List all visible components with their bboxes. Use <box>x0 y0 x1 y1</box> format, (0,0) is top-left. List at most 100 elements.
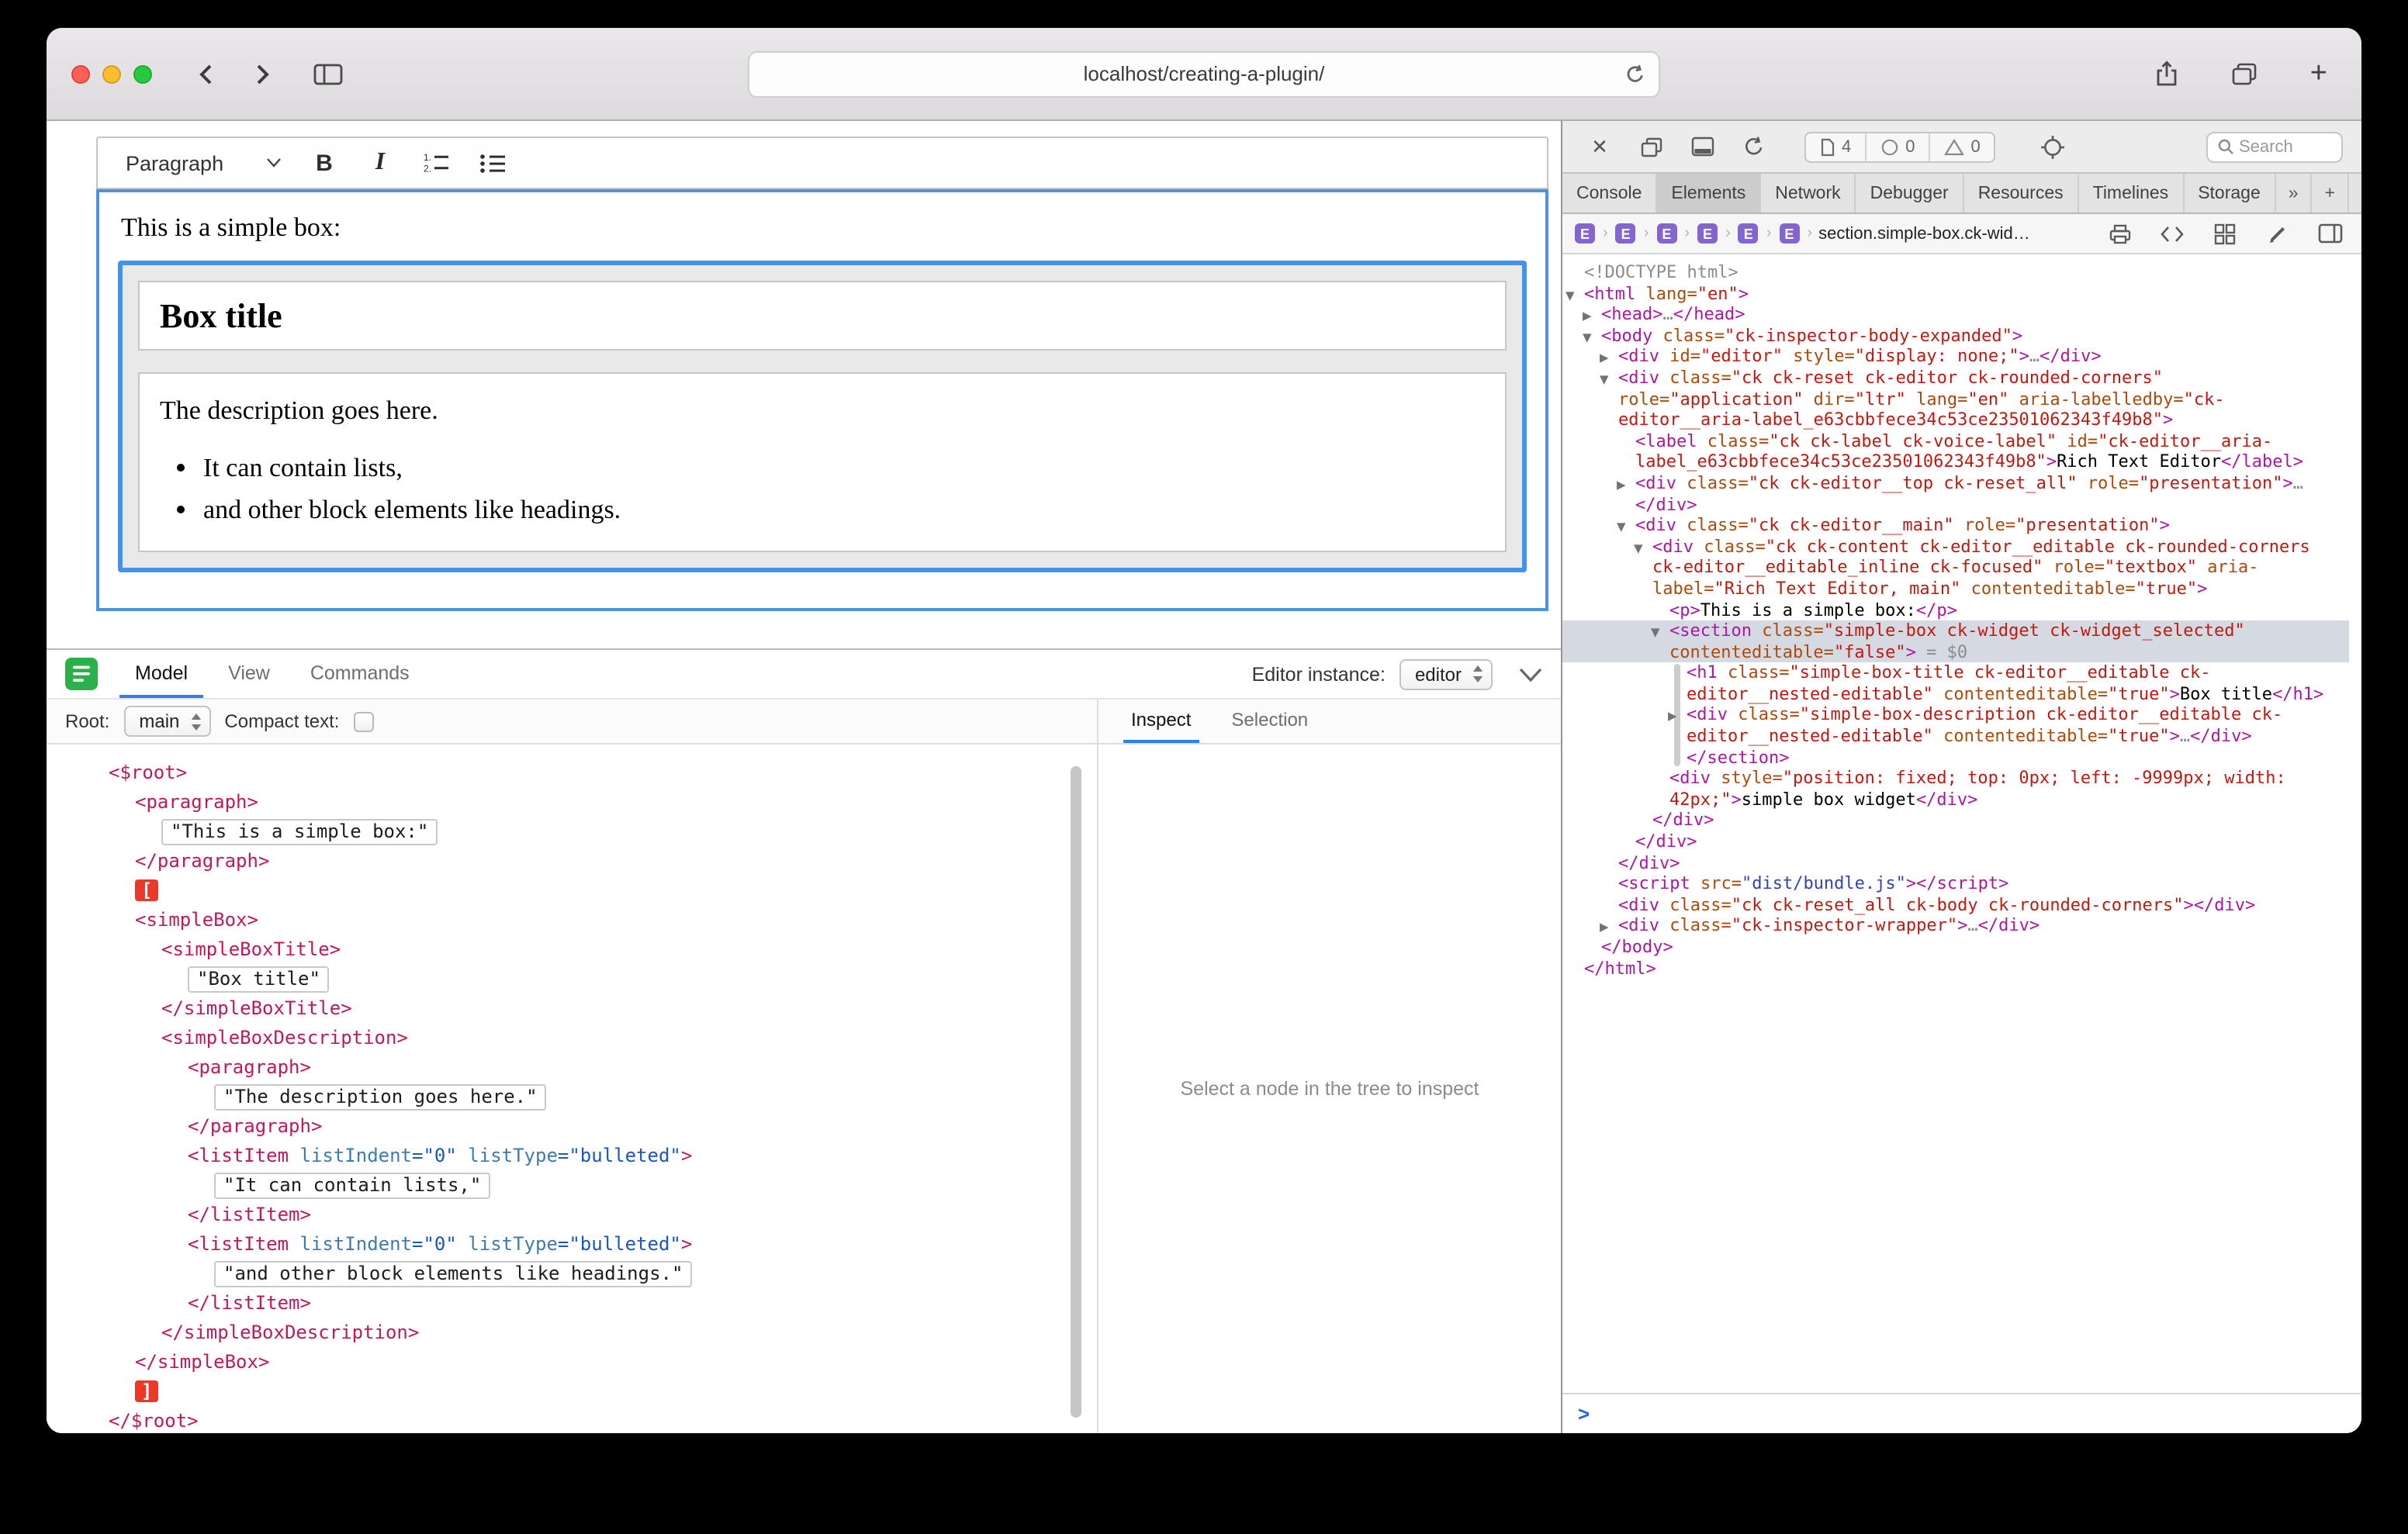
reload-page-button[interactable] <box>1735 128 1772 165</box>
dock-bottom-button[interactable] <box>1683 128 1721 165</box>
model-tree-node[interactable]: </simpleBox> <box>47 1348 1097 1377</box>
show-source-button[interactable] <box>2154 215 2191 252</box>
dom-node[interactable]: <!DOCTYPE html> <box>1562 262 2349 283</box>
details-sidebar-toggle-button[interactable] <box>2312 215 2349 252</box>
expand-arrow-icon[interactable]: ▶ <box>1668 707 1677 727</box>
dom-node[interactable]: </div> <box>1562 852 2349 873</box>
collapse-arrow-icon[interactable]: ▼ <box>1600 369 1609 390</box>
breadcrumb-current[interactable]: section.simple-box.ck-wid… <box>1818 224 2030 243</box>
breadcrumb-element-icon[interactable]: E <box>1575 223 1595 244</box>
breadcrumb-element-icon[interactable]: E <box>1739 223 1759 244</box>
expand-arrow-icon[interactable]: ▶ <box>1600 917 1609 938</box>
expand-arrow-icon[interactable]: ▶ <box>1583 306 1592 326</box>
dom-node[interactable]: ▼<body class="ck-inspector-body-expanded… <box>1562 326 2349 347</box>
breadcrumb-element-icon[interactable]: E <box>1697 223 1718 244</box>
dom-node[interactable]: <h1 class="simple-box-title ck-editor__e… <box>1562 663 2349 705</box>
collapse-inspector-button[interactable] <box>1519 666 1542 682</box>
simple-box-widget[interactable]: Box title The description goes here. It … <box>118 261 1527 572</box>
editor-instance-select[interactable]: editor <box>1399 658 1493 689</box>
devtools-new-tab-button[interactable]: + <box>2313 174 2349 212</box>
search-field[interactable]: Search <box>2206 131 2343 162</box>
numbered-list-button[interactable]: 1.2. <box>411 143 461 183</box>
model-tree-node[interactable]: </simpleBoxTitle> <box>47 994 1097 1024</box>
pane-tab-inspect[interactable]: Inspect <box>1123 700 1199 743</box>
heading-dropdown[interactable]: Paragraph <box>113 143 293 183</box>
dom-node[interactable]: <p>This is a simple box:</p> <box>1562 599 2349 620</box>
element-picker-button[interactable] <box>2035 128 2072 165</box>
resource-count[interactable]: 4 <box>1806 133 1865 161</box>
dom-node[interactable]: ▶<div class="ck-inspector-wrapper">…</di… <box>1562 916 2349 937</box>
model-tree-node[interactable]: </listItem> <box>47 1289 1097 1318</box>
grid-overlay-button[interactable] <box>2206 215 2244 252</box>
simple-box-title[interactable]: Box title <box>138 281 1507 351</box>
model-tree-node[interactable]: <simpleBoxTitle> <box>47 935 1097 965</box>
model-tree-node[interactable]: </simpleBoxDescription> <box>47 1318 1097 1348</box>
description-list-item[interactable]: It can contain lists, <box>203 450 1485 488</box>
model-tree-node[interactable]: "and other block elements like headings.… <box>47 1259 1097 1289</box>
dom-node[interactable]: <div class="ck ck-reset_all ck-body ck-r… <box>1562 895 2349 916</box>
model-tree-node[interactable]: <paragraph> <box>47 788 1097 817</box>
dom-node[interactable]: ▼<div class="ck ck-editor__main" role="p… <box>1562 515 2349 536</box>
devtools-tab-resources[interactable]: Resources <box>1964 174 2079 212</box>
breadcrumb-element-icon[interactable]: E <box>1616 223 1636 244</box>
reload-button[interactable] <box>1624 63 1646 85</box>
collapse-arrow-icon[interactable]: ▼ <box>1634 537 1643 558</box>
dom-node[interactable]: </body> <box>1562 937 2349 958</box>
model-tree-node[interactable]: <listItem listIndent="0" listType="bulle… <box>47 1142 1097 1171</box>
console-prompt[interactable]: > <box>1562 1393 2361 1433</box>
model-tree-node[interactable]: "It can contain lists," <box>47 1171 1097 1201</box>
model-tree-node[interactable]: "Box title" <box>47 965 1097 994</box>
dom-node[interactable]: <script src="dist/bundle.js"></script> <box>1562 873 2349 894</box>
devtools-tab-debugger[interactable]: Debugger <box>1856 174 1964 212</box>
inspector-tab-model[interactable]: Model <box>119 650 203 698</box>
devtools-tab-console[interactable]: Console <box>1562 174 1657 212</box>
devtools-tab-elements[interactable]: Elements <box>1657 174 1761 212</box>
collapse-arrow-icon[interactable]: ▼ <box>1583 327 1592 348</box>
model-tree-node[interactable]: </listItem> <box>47 1201 1097 1230</box>
collapse-arrow-icon[interactable]: ▼ <box>1617 517 1626 537</box>
expand-arrow-icon[interactable]: ▶ <box>1617 475 1626 496</box>
compact-text-checkbox[interactable] <box>353 711 373 731</box>
model-tree-node[interactable]: "This is a simple box:" <box>47 817 1097 847</box>
devtools-tab-timelines[interactable]: Timelines <box>2079 174 2185 212</box>
tab-overflow-button[interactable]: » <box>2276 174 2313 212</box>
model-tree-node[interactable]: [ <box>47 876 1097 906</box>
model-tree-node[interactable]: "The description goes here." <box>47 1083 1097 1112</box>
close-window-button[interactable] <box>71 64 90 83</box>
sidebar-toggle-button[interactable] <box>304 54 352 94</box>
dom-node[interactable]: ▶<div class="simple-box-description ck-e… <box>1562 705 2349 747</box>
model-tree-node[interactable]: ] <box>47 1377 1097 1407</box>
model-tree-node[interactable]: <paragraph> <box>47 1053 1097 1083</box>
model-tree-node[interactable]: <simpleBoxDescription> <box>47 1024 1097 1053</box>
dom-node[interactable]: </div> <box>1562 810 2349 831</box>
model-tree-node[interactable]: </paragraph> <box>47 847 1097 876</box>
warning-count[interactable]: 0 <box>1929 133 1995 161</box>
editor-paragraph[interactable]: This is a simple box: <box>121 212 1524 244</box>
dom-node[interactable]: ▼<div class="ck ck-reset ck-editor ck-ro… <box>1562 368 2349 431</box>
dom-node[interactable]: <label class="ck ck-label ck-voice-label… <box>1562 431 2349 473</box>
dom-node[interactable]: ▶<div class="ck ck-editor__top ck-reset_… <box>1562 473 2349 515</box>
devtools-tab-storage[interactable]: Storage <box>2184 174 2276 212</box>
edit-html-button[interactable] <box>2259 215 2296 252</box>
collapse-arrow-icon[interactable]: ▼ <box>1651 622 1660 643</box>
detach-devtools-button[interactable] <box>1632 128 1669 165</box>
model-tree-node[interactable]: <simpleBox> <box>47 906 1097 935</box>
inspector-tab-view[interactable]: View <box>213 650 285 698</box>
address-bar[interactable]: localhost/creating-a-plugin/ <box>748 50 1660 97</box>
zoom-window-button[interactable] <box>133 64 152 83</box>
dom-node[interactable]: <div style="position: fixed; top: 0px; l… <box>1562 769 2349 810</box>
dom-node[interactable]: </div> <box>1562 831 2349 852</box>
model-tree-node[interactable]: <$root> <box>47 758 1097 788</box>
breadcrumb-element-icon[interactable]: E <box>1656 223 1676 244</box>
model-tree-node[interactable]: </paragraph> <box>47 1112 1097 1142</box>
root-select[interactable]: main <box>123 706 210 737</box>
share-button[interactable] <box>2146 54 2188 94</box>
print-styles-button[interactable] <box>2101 215 2138 252</box>
italic-button[interactable]: I <box>355 143 405 183</box>
back-button[interactable] <box>189 54 222 94</box>
dom-node[interactable]: </html> <box>1562 958 2349 979</box>
minimize-window-button[interactable] <box>102 64 121 83</box>
error-count[interactable]: 0 <box>1865 133 1929 161</box>
breadcrumb-element-icon[interactable]: E <box>1779 223 1799 244</box>
collapse-arrow-icon[interactable]: ▼ <box>1566 285 1575 306</box>
